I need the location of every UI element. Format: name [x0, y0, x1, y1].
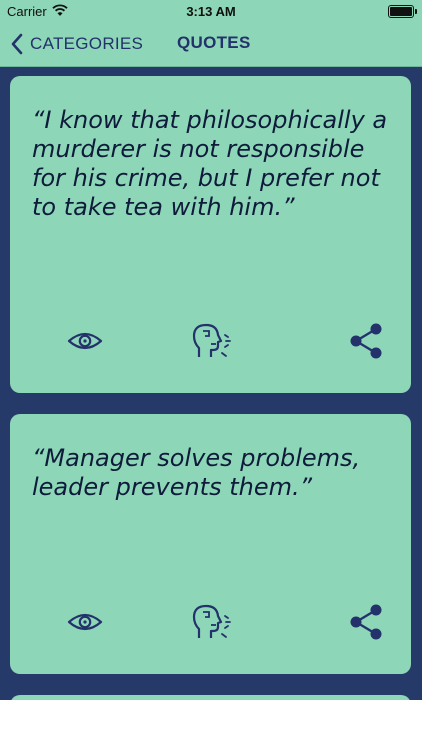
- quote-card: “I know that philosophically a murderer …: [10, 76, 411, 393]
- chevron-left-icon: [11, 33, 23, 55]
- view-button[interactable]: [65, 321, 105, 361]
- status-bar: Carrier 3:13 AM: [0, 0, 422, 22]
- quote-actions: [10, 321, 411, 361]
- navigation-bar: CATEGORIES QUOTES: [0, 22, 422, 67]
- status-time: 3:13 AM: [186, 4, 236, 19]
- eye-icon: [67, 613, 103, 631]
- quote-text: “I know that philosophically a murderer …: [32, 106, 388, 221]
- quotes-list[interactable]: “I know that philosophically a murderer …: [0, 67, 422, 700]
- page-title: QUOTES: [177, 33, 251, 52]
- share-button[interactable]: [346, 602, 386, 642]
- share-icon: [350, 604, 382, 640]
- battery-icon: [388, 5, 417, 18]
- back-button-label: CATEGORIES: [30, 34, 144, 53]
- speak-button[interactable]: [189, 321, 235, 361]
- share-icon: [350, 323, 382, 359]
- quote-text: “Manager solves problems, leader prevent…: [32, 444, 361, 501]
- share-button[interactable]: [346, 321, 386, 361]
- eye-icon: [67, 332, 103, 350]
- view-button[interactable]: [65, 602, 105, 642]
- categories-back-button[interactable]: CATEGORIES: [10, 32, 143, 56]
- speak-icon: [192, 604, 231, 638]
- quote-card: “Manager solves problems, leader prevent…: [10, 414, 411, 674]
- speak-button[interactable]: [189, 602, 235, 642]
- quote-actions: [10, 602, 411, 642]
- quote-card-partial: [10, 695, 411, 700]
- speak-icon: [192, 323, 231, 357]
